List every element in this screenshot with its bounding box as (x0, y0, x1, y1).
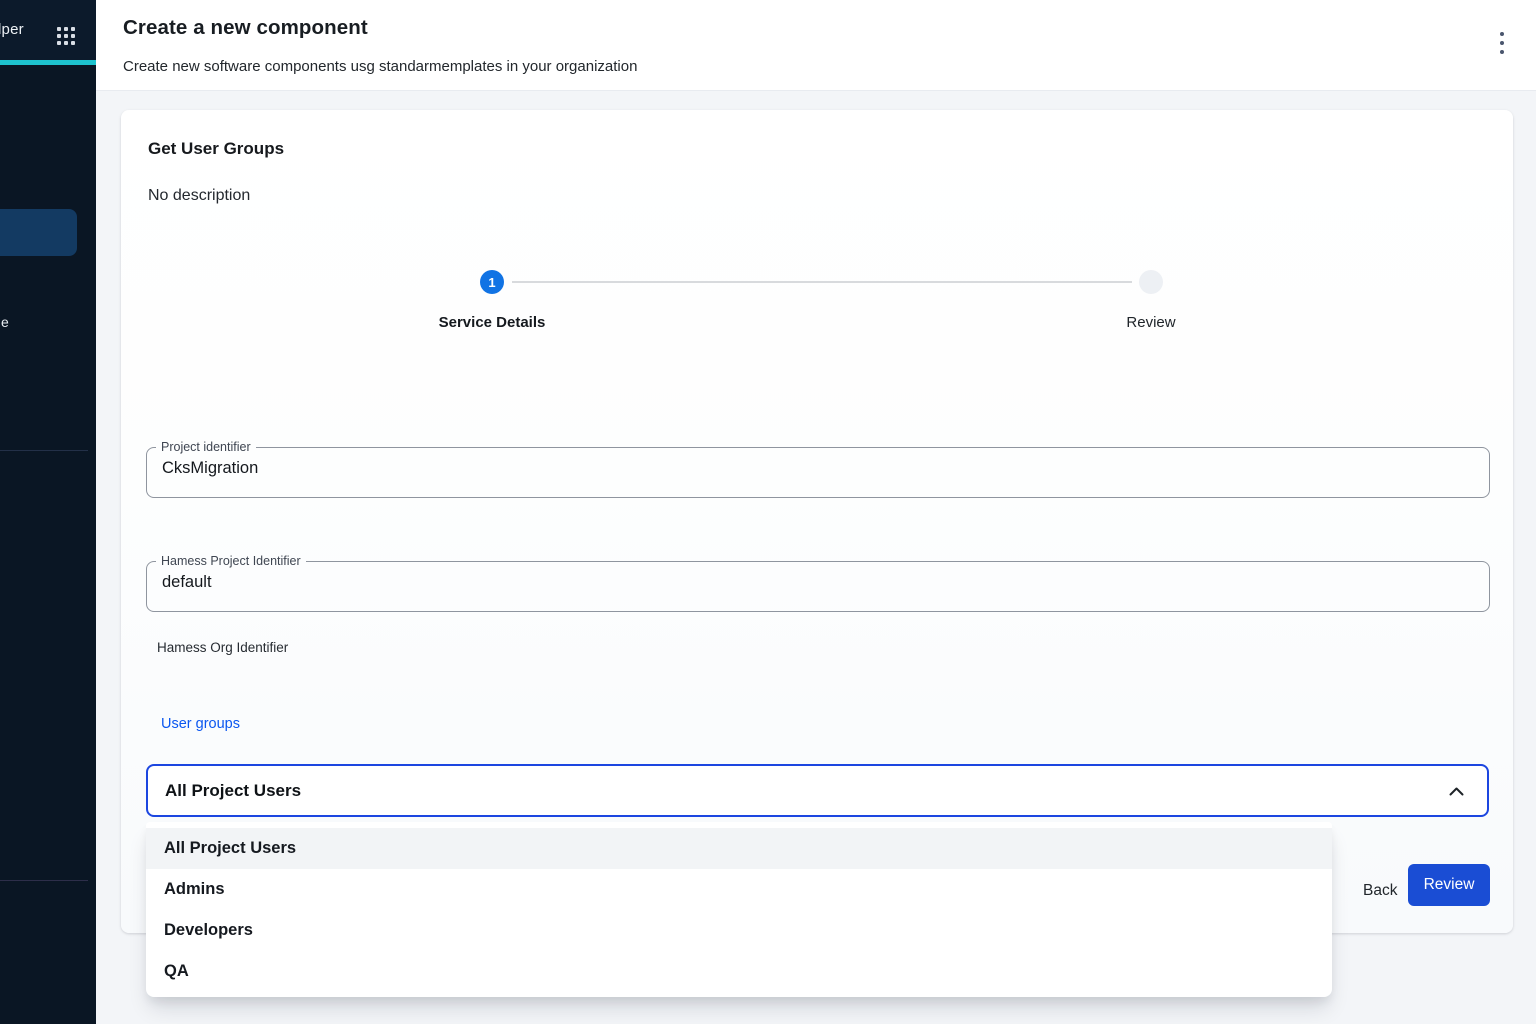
back-button[interactable]: Back (1349, 872, 1411, 910)
user-groups-select[interactable]: All Project Users (146, 764, 1489, 817)
org-identifier-label: Hamess Org Identifier (157, 640, 288, 655)
page-title: Create a new component (123, 16, 368, 40)
chevron-up-icon (1448, 784, 1465, 802)
project-identifier-value[interactable]: CksMigration (147, 454, 1489, 478)
harness-project-identifier-label: Hamess Project Identifier (156, 554, 306, 568)
sidebar-header: lper (0, 0, 96, 60)
dropdown-option-admins[interactable]: Admins (146, 869, 1332, 910)
harness-project-identifier-value[interactable]: default (147, 568, 1489, 592)
project-identifier-label: Project identifier (156, 440, 256, 454)
user-groups-link[interactable]: User groups (161, 716, 240, 732)
dropdown-option-qa[interactable]: QA (146, 951, 1332, 992)
dropdown-option-developers[interactable]: Developers (146, 910, 1332, 951)
template-card: Get User Groups No description 1 Service… (121, 110, 1513, 933)
page-subtitle: Create new software components usg stand… (123, 58, 637, 75)
apps-grid-icon[interactable] (57, 27, 75, 45)
card-title: Get User Groups (148, 139, 284, 159)
dropdown-option-all-project-users[interactable]: All Project Users (146, 828, 1332, 869)
sidebar: lper e (0, 0, 96, 1024)
step-1-indicator[interactable]: 1 (480, 270, 504, 294)
sidebar-brand-text: lper (0, 21, 24, 38)
card-description: No description (148, 187, 250, 205)
select-value: All Project Users (148, 781, 301, 801)
harness-project-identifier-field[interactable]: Hamess Project Identifier default (146, 554, 1490, 612)
step-2-label: Review (1126, 314, 1175, 331)
sidebar-active-item[interactable] (0, 209, 77, 256)
project-identifier-field[interactable]: Project identifier CksMigration (146, 440, 1490, 498)
kebab-menu-icon[interactable] (1492, 31, 1512, 55)
accent-bar (0, 60, 96, 65)
sidebar-divider (0, 450, 88, 451)
user-groups-dropdown: All Project Users Admins Developers QA (146, 822, 1332, 997)
step-2-indicator[interactable] (1139, 270, 1163, 294)
step-1-number: 1 (488, 275, 495, 290)
sidebar-item-label: e (1, 314, 9, 330)
review-button[interactable]: Review (1408, 864, 1490, 906)
step-1-label: Service Details (439, 314, 546, 331)
stepper-connector (512, 281, 1132, 283)
page-header: Create a new component Create new softwa… (96, 0, 1536, 91)
sidebar-divider (0, 880, 88, 881)
